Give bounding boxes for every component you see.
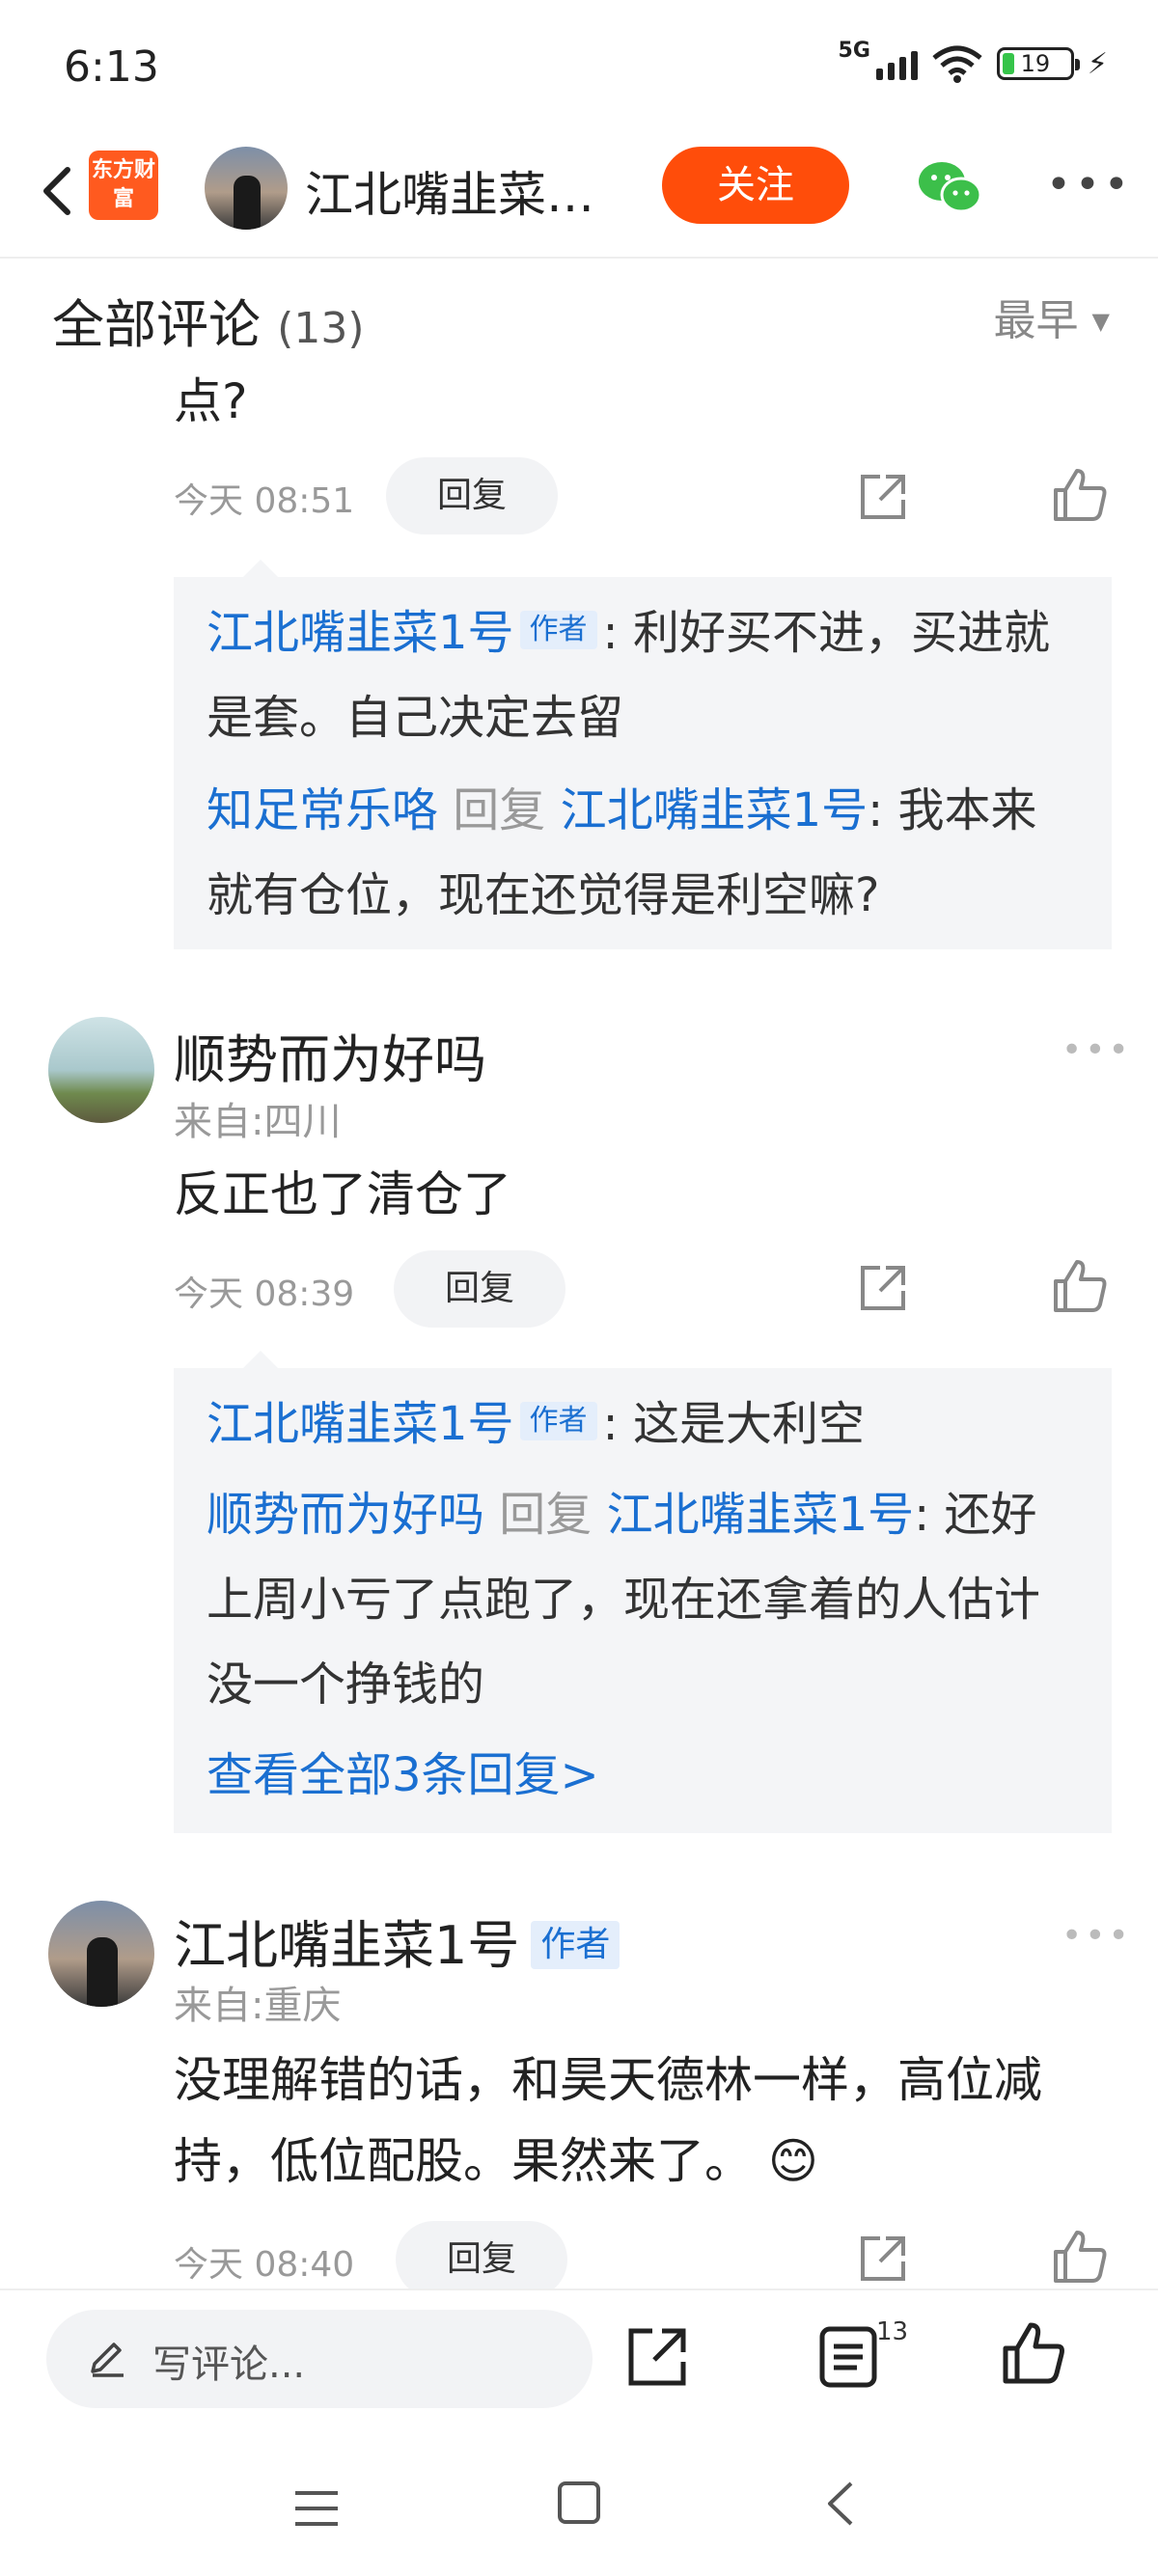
network-label: 5G — [838, 38, 870, 63]
commenter-avatar[interactable] — [48, 1017, 154, 1123]
reply-button[interactable]: 回复 — [394, 1250, 565, 1328]
author-badge: 作者 — [519, 611, 597, 649]
share-icon[interactable] — [857, 471, 909, 523]
reply-word: 回复 — [499, 1488, 593, 1542]
comment-time: 今天 08:51 — [174, 481, 355, 521]
smile-emoji-icon: 😊 — [767, 2133, 819, 2189]
reply-item[interactable]: 知足常乐咯 回复 江北嘴韭菜1号: 我本来就有仓位，现在还觉得是利空嘛? — [207, 768, 1079, 938]
pen-icon — [91, 2343, 124, 2377]
home-icon[interactable] — [558, 2481, 600, 2524]
more-icon[interactable]: ••• — [1046, 160, 1133, 209]
reply-author[interactable]: 江北嘴韭菜1号 — [207, 1397, 514, 1451]
status-icons: 5G 19 ⚡ — [839, 39, 1108, 83]
author-badge: 作者 — [519, 1402, 597, 1440]
wechat-icon[interactable] — [915, 156, 984, 218]
author-badge: 作者 — [531, 1921, 620, 1969]
comment-input-placeholder: 写评论... — [152, 2343, 306, 2387]
author-avatar[interactable] — [205, 147, 288, 230]
charging-icon: ⚡ — [1087, 46, 1108, 81]
comment-list-icon[interactable] — [818, 2325, 878, 2389]
reply-item[interactable]: 顺势而为好吗 回复 江北嘴韭菜1号: 还好上周小亏了点跑了，现在还拿着的人估计没… — [207, 1472, 1079, 1727]
sort-label: 最早 — [993, 296, 1079, 345]
comment-text: 点? — [174, 373, 248, 429]
comment-text: 没理解错的话，和昊天德林一样，高位减持，低位配股。果然来了。 😊 — [174, 2040, 1129, 2202]
battery-icon: 19 — [996, 47, 1080, 80]
reply-item[interactable]: 江北嘴韭菜1号 作者: 利好买不进，买进就是套。自己决定去留 — [207, 590, 1079, 760]
follow-button[interactable]: 关注 — [662, 147, 849, 224]
commenter-location: 来自:重庆 — [174, 1984, 342, 2028]
reply-box: 江北嘴韭菜1号 作者: 利好买不进，买进就是套。自己决定去留 知足常乐咯 回复 江… — [174, 560, 1112, 949]
comments-title: 全部评论 — [52, 294, 261, 355]
signal-icon — [875, 47, 918, 80]
commenter-name[interactable]: 江北嘴韭菜1号 作者 — [174, 1903, 625, 1979]
menu-icon[interactable] — [293, 2489, 340, 2528]
like-icon[interactable] — [1002, 2321, 1065, 2385]
app-logo[interactable]: 东方财富 — [89, 151, 158, 220]
reply-author[interactable]: 知足常乐咯 — [207, 783, 438, 837]
reply-box: 江北嘴韭菜1号 作者: 这是大利空 顺势而为好吗 回复 江北嘴韭菜1号: 还好上周… — [174, 1351, 1112, 1833]
reply-target[interactable]: 江北嘴韭菜1号 — [561, 783, 868, 837]
comment-time: 今天 08:40 — [174, 2245, 355, 2285]
like-icon[interactable] — [1052, 467, 1108, 523]
reply-target[interactable]: 江北嘴韭菜1号 — [607, 1488, 915, 1542]
comment-time: 今天 08:39 — [174, 1274, 355, 1314]
share-icon[interactable] — [625, 2325, 689, 2389]
status-time: 6:13 — [64, 42, 159, 92]
author-name-title[interactable]: 江北嘴韭菜… — [305, 156, 594, 226]
reply-button[interactable]: 回复 — [396, 2221, 567, 2298]
chevron-down-icon: ▼ — [1091, 308, 1110, 335]
sort-dropdown[interactable]: 最早 ▼ — [994, 286, 1110, 347]
logo-text: 东方财富 — [91, 158, 155, 211]
comment-text-body: 没理解错的话，和昊天德林一样，高位减持，低位配股。果然来了。 — [174, 2052, 1042, 2189]
reply-item[interactable]: 江北嘴韭菜1号 作者: 这是大利空 — [207, 1382, 1079, 1466]
system-nav-bar — [0, 2429, 1158, 2576]
battery-level: 19 — [1020, 50, 1051, 77]
commenter-avatar[interactable] — [48, 1901, 154, 2007]
status-bar: 6:13 5G 19 ⚡ — [0, 0, 1158, 135]
bottom-action-bar: 写评论... 13 — [0, 2288, 1158, 2429]
comments-count: (13) — [277, 304, 365, 353]
comment-text: 反正也了清仓了 — [174, 1166, 511, 1222]
commenter-name-text[interactable]: 江北嘴韭菜1号 — [174, 1915, 519, 1976]
commenter-location: 来自:四川 — [174, 1100, 342, 1144]
reply-word: 回复 — [453, 783, 546, 837]
wifi-icon — [932, 45, 982, 83]
share-icon[interactable] — [857, 1262, 909, 1314]
view-all-replies-link[interactable]: 查看全部3条回复> — [207, 1733, 1079, 1818]
commenter-name[interactable]: 顺势而为好吗 — [174, 1017, 486, 1093]
comment-input[interactable]: 写评论... — [46, 2310, 593, 2408]
more-icon[interactable]: ••• — [1062, 1030, 1132, 1070]
reply-author[interactable]: 顺势而为好吗 — [207, 1488, 484, 1542]
like-icon[interactable] — [1052, 1258, 1108, 1314]
more-icon[interactable]: ••• — [1062, 1916, 1132, 1956]
like-icon[interactable] — [1052, 2229, 1108, 2285]
reply-author[interactable]: 江北嘴韭菜1号 — [207, 606, 514, 660]
back-icon[interactable] — [822, 2480, 861, 2528]
reply-button[interactable]: 回复 — [386, 457, 558, 534]
reply-content: : 这是大利空 — [602, 1397, 865, 1451]
top-nav: 东方财富 江北嘴韭菜… 关注 ••• — [0, 135, 1158, 259]
comments-header: 全部评论 (13) — [52, 282, 365, 358]
comment-count-badge: 13 — [876, 2317, 909, 2346]
back-arrow-icon[interactable] — [25, 156, 95, 226]
share-icon[interactable] — [857, 2233, 909, 2285]
